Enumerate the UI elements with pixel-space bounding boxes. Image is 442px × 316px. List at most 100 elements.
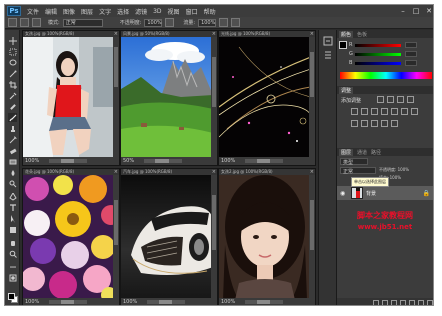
maximize-button[interactable]: □ [410,6,422,16]
selective-color-adjust-icon[interactable] [391,120,398,127]
menu-file[interactable]: 文件 [27,7,39,16]
black-white-adjust-icon[interactable] [381,108,388,115]
brush-tool-icon[interactable] [8,113,17,122]
color-balance-adjust-icon[interactable] [371,108,378,115]
layer-name[interactable]: 背景 [366,190,376,197]
horizontal-scrollbar[interactable] [144,159,182,163]
canvas-flowers[interactable] [23,175,113,298]
gradient-map-adjust-icon[interactable] [381,120,388,127]
document-window[interactable]: 花朵.jpg @ 100%(RGB/8) × 100% [22,168,120,305]
airbrush-icon[interactable] [219,18,229,27]
menu-view[interactable]: 视图 [168,7,180,16]
brush-size-icon[interactable] [20,18,29,27]
layer-style-icon[interactable] [382,299,388,305]
hand-tool-icon[interactable] [8,238,17,247]
clone-stamp-tool-icon[interactable] [8,124,17,133]
eraser-tool-icon[interactable] [8,146,17,155]
exposure-adjust-icon[interactable] [407,96,414,103]
layer-row[interactable]: ◉ 背景 🔒 [337,186,433,200]
menu-select[interactable]: 选择 [117,7,129,16]
foreground-color-swatch[interactable] [8,293,15,300]
healing-tool-icon[interactable] [8,102,17,111]
zoom-level[interactable]: 100% [221,299,235,305]
history-panel-icon[interactable] [323,36,333,46]
minimize-button[interactable]: – [397,6,409,16]
flow-field[interactable]: 100% [198,18,217,27]
channel-mixer-adjust-icon[interactable] [401,108,408,115]
type-tool-icon[interactable] [8,203,17,212]
menu-3d[interactable]: 3D [153,8,161,15]
canvas-mountain-landscape[interactable] [121,37,211,157]
brush-preset-icon[interactable] [8,18,17,27]
color-spectrum-bar[interactable] [340,72,432,79]
menu-image[interactable]: 图像 [63,7,75,16]
quick-mask-icon[interactable] [8,273,17,282]
color-lookup-adjust-icon[interactable] [411,108,418,115]
tab-color[interactable]: 颜色 [339,30,354,38]
shape-tool-icon[interactable] [8,225,17,234]
brush-panel-icon[interactable] [32,18,41,27]
levels-adjust-icon[interactable] [387,96,394,103]
properties-panel-icon[interactable] [323,50,333,60]
red-slider[interactable]: R [349,42,417,48]
red-value-field[interactable] [405,42,417,48]
tab-swatches[interactable]: 色板 [357,31,367,38]
visibility-eye-icon[interactable]: ◉ [340,190,345,197]
zoom-level[interactable]: 100% [221,158,235,164]
horizontal-scrollbar[interactable] [49,159,87,163]
green-slider[interactable]: G [349,51,417,57]
vertical-scrollbar[interactable] [113,175,119,298]
vertical-scrollbar[interactable] [211,37,217,157]
document-window[interactable]: 女孩2.jpg @ 100%(RGB/8) × 100% [218,168,316,305]
close-button[interactable]: ✕ [423,6,433,16]
blue-slider[interactable]: B [349,60,417,66]
document-window[interactable]: 女孩.jpg @ 100%(RGB/8) × 100% [22,30,120,166]
layer-mask-icon[interactable] [391,299,397,305]
canvas-girl-red-top[interactable] [23,37,113,157]
blur-tool-icon[interactable] [8,168,17,177]
new-layer-icon[interactable] [418,299,424,305]
blue-value-field[interactable] [405,60,417,66]
opacity-field[interactable]: 100% [144,18,163,27]
layer-kind-filter[interactable]: 类型 [340,158,368,166]
magic-wand-tool-icon[interactable] [8,69,17,78]
zoom-level[interactable]: 100% [123,299,137,305]
delete-layer-icon[interactable] [427,299,433,305]
horizontal-scrollbar[interactable] [147,300,185,304]
adjustment-layer-icon[interactable] [400,299,406,305]
document-window[interactable]: 光线.jpg @ 100%(RGB/8) × 100% [218,30,316,166]
eyedropper-tool-icon[interactable] [8,91,17,100]
horizontal-scrollbar[interactable] [49,300,87,304]
vertical-scrollbar[interactable] [309,37,315,157]
path-selection-tool-icon[interactable] [8,214,17,223]
move-tool-icon[interactable] [8,36,17,45]
marquee-tool-icon[interactable] [8,47,17,56]
zoom-level[interactable]: 100% [25,158,39,164]
hue-saturation-adjust-icon[interactable] [361,108,368,115]
document-window[interactable]: 风景.jpg @ 50%(RGB/8) × 50% [120,30,218,166]
menu-type[interactable]: 文字 [99,7,111,16]
menu-edit[interactable]: 编辑 [45,7,57,16]
foreground-color-swatch[interactable] [339,41,347,49]
document-window[interactable]: 汽车.jpg @ 100%(RGB/8) × 100% [120,168,218,305]
pressure-opacity-icon[interactable] [165,18,175,27]
dodge-tool-icon[interactable] [8,179,17,188]
canvas-car[interactable] [121,175,211,298]
zoom-tool-icon[interactable] [8,249,17,258]
menu-filter[interactable]: 滤镜 [135,7,147,16]
new-group-icon[interactable] [409,299,415,305]
link-layers-icon[interactable] [373,299,379,305]
more-tools-icon[interactable] [8,262,17,271]
zoom-level[interactable]: 50% [123,158,134,164]
canvas-girl-portrait[interactable] [219,175,309,298]
blend-mode-select[interactable]: 正常 [62,18,103,27]
tab-layers[interactable]: 图层 [339,148,354,156]
horizontal-scrollbar[interactable] [245,159,283,163]
vibrance-adjust-icon[interactable] [351,108,358,115]
threshold-adjust-icon[interactable] [371,120,378,127]
menu-help[interactable]: 帮助 [204,7,216,16]
pressure-size-icon[interactable] [231,18,241,27]
vertical-scrollbar[interactable] [211,175,217,298]
lasso-tool-icon[interactable] [8,58,17,67]
tab-channels[interactable]: 通道 [357,149,367,156]
